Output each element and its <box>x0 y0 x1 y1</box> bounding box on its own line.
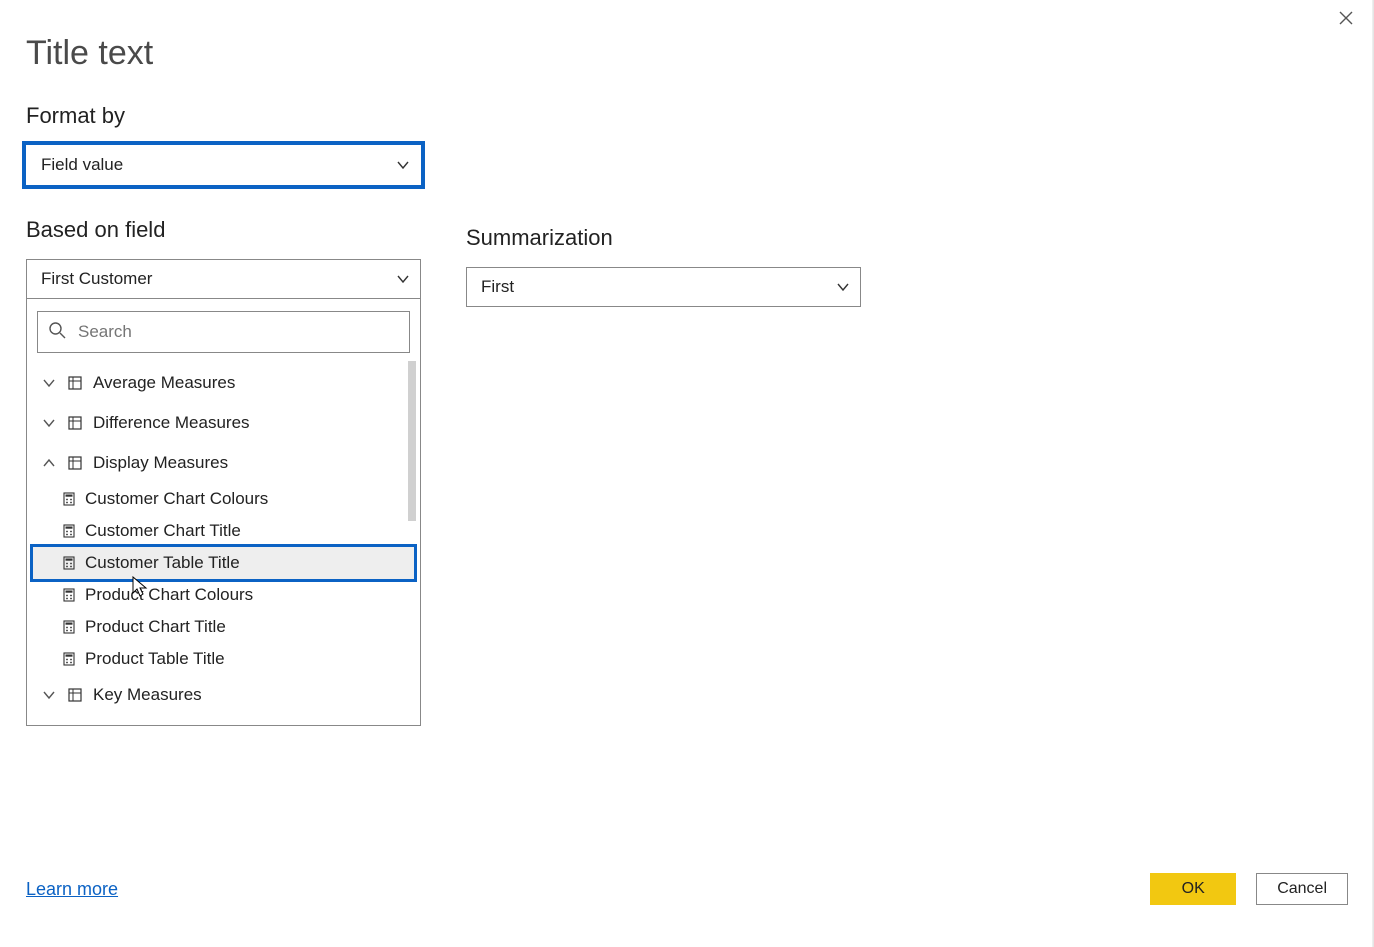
tree-item-customer-chart-colours[interactable]: Customer Chart Colours <box>33 483 414 515</box>
tree-group-average-measures[interactable]: Average Measures <box>33 363 414 403</box>
tree-group-label: Difference Measures <box>93 413 250 433</box>
tree-item-product-chart-colours[interactable]: Product Chart Colours <box>33 579 414 611</box>
tree-item-customer-table-title[interactable]: Customer Table Title <box>33 547 414 579</box>
format-by-label: Format by <box>26 103 1348 129</box>
tree-group-difference-measures[interactable]: Difference Measures <box>33 403 414 443</box>
close-button[interactable] <box>1332 6 1360 34</box>
search-icon <box>48 321 66 344</box>
tree-item-product-table-title[interactable]: Product Table Title <box>33 643 414 675</box>
table-icon <box>67 687 83 703</box>
based-on-field-section: Based on field First Customer <box>26 217 426 726</box>
tree-item-customer-chart-title[interactable]: Customer Chart Title <box>33 515 414 547</box>
table-icon <box>67 375 83 391</box>
tree-item-label: Customer Chart Title <box>85 521 241 541</box>
calculator-icon <box>61 619 77 635</box>
close-icon <box>1339 11 1353 30</box>
field-picker-panel: Average Measures Difference Measures Dis… <box>26 298 421 726</box>
chevron-up-icon <box>41 457 57 469</box>
chevron-down-icon <box>836 280 850 294</box>
summarization-value: First <box>481 277 514 297</box>
summarization-label: Summarization <box>466 225 866 251</box>
tree-item-label: Customer Table Title <box>85 553 240 573</box>
tree-item-label: Product Table Title <box>85 649 225 669</box>
format-by-value: Field value <box>41 155 123 175</box>
tree-group-label: Average Measures <box>93 373 235 393</box>
field-search[interactable] <box>37 311 410 353</box>
chevron-down-icon <box>396 272 410 286</box>
tree-group-label: Display Measures <box>93 453 228 473</box>
learn-more-link[interactable]: Learn more <box>26 879 118 900</box>
format-by-select[interactable]: Field value <box>26 145 421 185</box>
chevron-down-icon <box>41 377 57 389</box>
tree-item-label: Product Chart Title <box>85 617 226 637</box>
based-on-field-label: Based on field <box>26 217 426 243</box>
tree-group-label: Key Measures <box>93 685 202 705</box>
summarization-select[interactable]: First <box>466 267 861 307</box>
title-text-dialog: Title text Format by Field value Based o… <box>0 0 1374 947</box>
chevron-down-icon <box>41 417 57 429</box>
scrollbar-thumb[interactable] <box>408 361 416 521</box>
calculator-icon <box>61 651 77 667</box>
tree-group-display-measures[interactable]: Display Measures <box>33 443 414 483</box>
based-on-field-select[interactable]: First Customer <box>26 259 421 299</box>
based-on-field-value: First Customer <box>41 269 152 289</box>
ok-button[interactable]: OK <box>1150 873 1236 905</box>
calculator-icon <box>61 523 77 539</box>
tree-item-product-chart-title[interactable]: Product Chart Title <box>33 611 414 643</box>
dialog-footer: Learn more OK Cancel <box>26 873 1348 905</box>
table-icon <box>67 455 83 471</box>
field-search-input[interactable] <box>76 321 399 343</box>
summarization-section: Summarization First <box>466 225 866 726</box>
tree-group-key-measures[interactable]: Key Measures <box>33 675 414 715</box>
field-tree: Average Measures Difference Measures Dis… <box>33 363 414 715</box>
chevron-down-icon <box>396 158 410 172</box>
tree-item-label: Product Chart Colours <box>85 585 253 605</box>
table-icon <box>67 415 83 431</box>
format-by-section: Format by Field value <box>26 103 1348 185</box>
calculator-icon <box>61 491 77 507</box>
calculator-icon <box>61 555 77 571</box>
dialog-title: Title text <box>26 34 1348 73</box>
cancel-button[interactable]: Cancel <box>1256 873 1348 905</box>
chevron-down-icon <box>41 689 57 701</box>
calculator-icon <box>61 587 77 603</box>
tree-item-label: Customer Chart Colours <box>85 489 268 509</box>
